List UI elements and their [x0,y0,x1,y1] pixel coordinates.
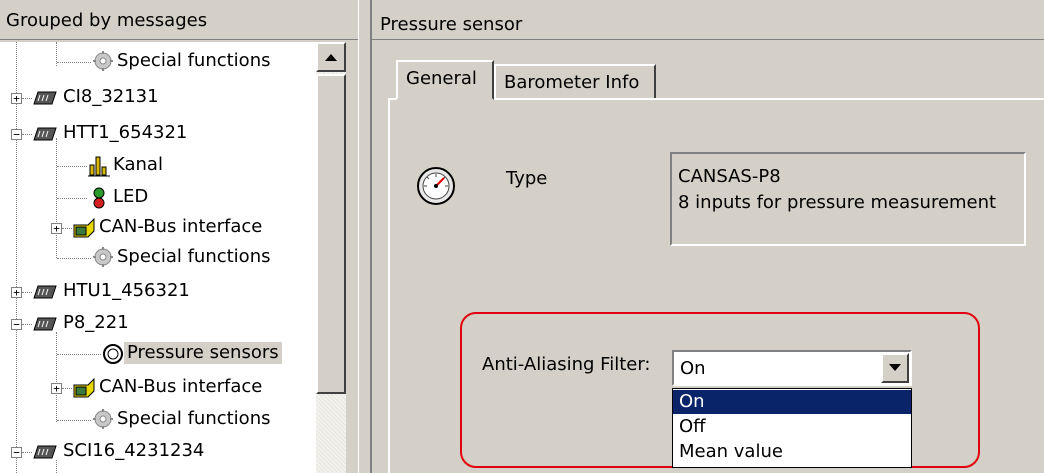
option-on[interactable]: On [673,390,911,414]
can-bus-icon [72,217,95,238]
chevron-down-icon [889,364,901,371]
type-value-line: CANSAS-P8 [678,166,781,187]
type-value-box: CANSAS-P8 8 inputs for pressure measurem… [670,152,1026,246]
dropdown-button[interactable] [881,353,909,383]
filter-options-list[interactable]: On Off Mean value [672,388,912,468]
gear-icon [92,51,114,71]
scroll-up-button[interactable] [316,42,346,72]
arrow-up-icon [325,54,337,61]
expand-icon[interactable]: + [11,93,22,104]
tree-item-label[interactable]: HTU1_456321 [60,280,193,302]
gear-icon [92,247,114,267]
expand-icon[interactable]: + [11,287,22,298]
tree-item-label[interactable]: CAN-Bus interface [96,376,265,398]
select-value: On [680,358,706,379]
tree-item-label[interactable]: LED [110,186,151,208]
module-icon [32,88,57,108]
pressure-gauge-icon [416,166,456,206]
anti-aliasing-filter-select[interactable]: On [672,350,912,386]
tree-item-label[interactable]: Special functions [114,50,273,72]
module-icon [32,124,57,144]
expand-icon[interactable]: + [51,383,62,394]
module-icon [32,442,57,462]
tree-item-label[interactable]: Kanal [110,154,166,176]
tree-panel-header: Grouped by messages [0,2,358,40]
type-label: Type [506,168,548,189]
tab-general[interactable]: General [396,60,494,100]
tree-item-label[interactable]: Special functions [114,408,273,430]
collapse-icon[interactable]: − [11,447,22,458]
panel-title: Pressure sensor [372,6,1044,40]
module-icon [32,314,57,334]
device-tree[interactable]: Special functions + CI8_32131 − HTT1_654… [0,42,316,473]
tree-scrollbar[interactable] [316,42,346,473]
led-icon [90,187,112,209]
scroll-thumb[interactable] [316,74,346,394]
tree-item-label-selected[interactable]: Pressure sensors [124,342,282,364]
tree-item-label[interactable]: CAN-Bus interface [96,216,265,238]
expand-icon[interactable]: + [51,223,62,234]
type-value-line: 8 inputs for pressure measurement [678,192,997,213]
tree-item-label[interactable]: HTT1_654321 [60,122,190,144]
tree-guide-line [16,42,17,473]
tree-item-label[interactable]: CI8_32131 [60,86,162,108]
option-mean-value[interactable]: Mean value [673,440,911,464]
gear-icon [92,409,114,429]
properties-panel: Pressure sensor General Barometer Info T… [372,0,1044,473]
tree-panel: Grouped by messages Special functions + … [0,0,358,473]
tab-barometer-info[interactable]: Barometer Info [494,64,656,100]
option-off[interactable]: Off [673,415,911,439]
can-bus-icon [72,377,95,398]
gauge-icon [102,343,124,364]
panel-splitter[interactable] [358,0,372,473]
tree-guide-line [56,332,57,422]
tree-item-label[interactable]: Special functions [114,246,273,268]
tree-item-label[interactable]: SCI16_4231234 [60,440,207,462]
collapse-icon[interactable]: − [11,319,22,330]
collapse-icon[interactable]: − [11,129,22,140]
module-icon [32,282,57,302]
anti-aliasing-filter-label: Anti-Aliasing Filter: [482,354,651,375]
tree-item-label[interactable]: P8_221 [60,312,132,334]
bar-chart-icon [88,155,110,177]
